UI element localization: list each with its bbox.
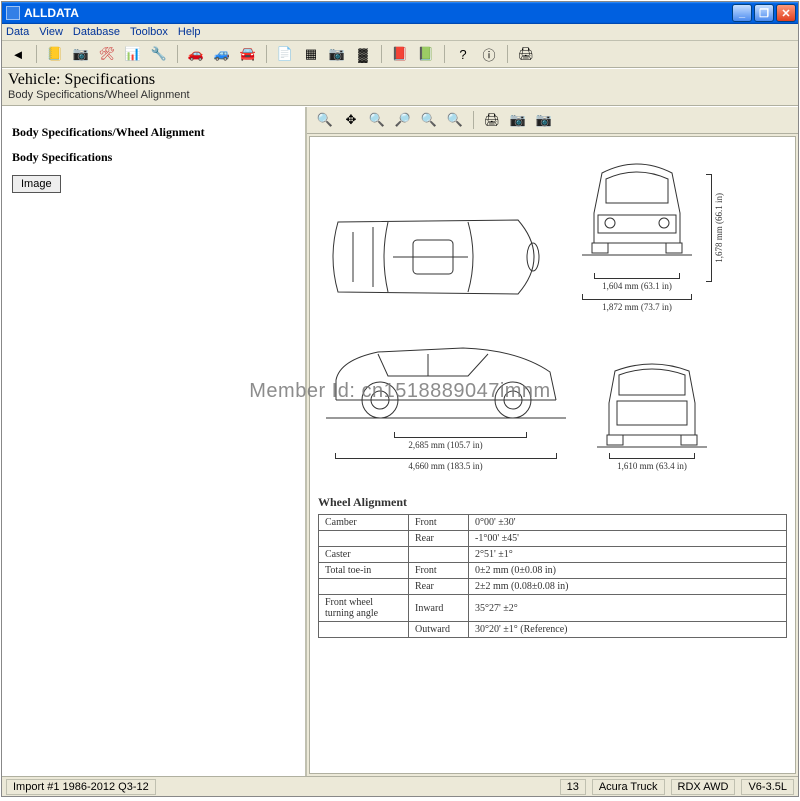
menu-view[interactable]: View <box>39 26 63 38</box>
menubar: Data View Database Toolbox Help <box>2 24 798 41</box>
zoom-window-icon[interactable]: 🔍 <box>367 110 387 130</box>
close-button[interactable]: ✕ <box>776 4 796 22</box>
vehicle-side-view: 2,685 mm (105.7 in) 4,660 mm (183.5 in) <box>318 322 573 471</box>
back-button[interactable]: ◄ <box>8 44 28 64</box>
camera-icon[interactable]: 📷 <box>534 110 554 130</box>
print-icon[interactable]: 🖨 <box>482 110 502 130</box>
menu-help[interactable]: Help <box>178 26 201 38</box>
dim-rear-track: 1,610 mm (63.4 in) <box>617 461 687 471</box>
breadcrumb: Vehicle: Specifications Body Specificati… <box>2 68 798 106</box>
image-viewer[interactable]: 1,604 mm (63.1 in) 1,872 mm (73.7 in) 1,… <box>309 136 796 774</box>
status-engine: V6-3.5L <box>741 779 794 795</box>
car-icon[interactable]: 🚗 <box>186 44 206 64</box>
left-pane: Body Specifications/Wheel Alignment Body… <box>2 107 307 776</box>
spec-title: Wheel Alignment <box>318 495 787 510</box>
dim-wheelbase: 2,685 mm (105.7 in) <box>408 440 482 450</box>
tool-icon[interactable]: 📊 <box>123 44 143 64</box>
dim-height: 1,678 mm (66.1 in) <box>712 191 726 265</box>
table-row: Caster2°51' ±1° <box>319 547 787 563</box>
table-row: Rear2±2 mm (0.08±0.08 in) <box>319 579 787 595</box>
tool-icon[interactable]: 📕 <box>390 44 410 64</box>
tool-icon[interactable]: 🔧 <box>149 44 169 64</box>
print-icon[interactable]: 🖨 <box>516 44 536 64</box>
vehicle-rear-view: 1,610 mm (63.4 in) <box>587 343 717 471</box>
menu-database[interactable]: Database <box>73 26 120 38</box>
titlebar: ALLDATA _ ❐ ✕ <box>2 2 798 24</box>
menu-toolbox[interactable]: Toolbox <box>130 26 168 38</box>
image-button[interactable]: Image <box>12 175 61 193</box>
page-path: Body Specifications/Wheel Alignment <box>8 89 792 101</box>
tool-icon[interactable]: ▓ <box>353 44 373 64</box>
vehicle-top-view <box>318 202 558 312</box>
pan-icon[interactable]: ✥ <box>341 110 361 130</box>
zoom-in-icon[interactable]: 🔍 <box>315 110 335 130</box>
status-make: Acura Truck <box>592 779 665 795</box>
page-title: Vehicle: Specifications <box>8 71 792 89</box>
zoom-fit-icon[interactable]: 🔍 <box>419 110 439 130</box>
table-row: CamberFront0°00' ±30' <box>319 515 787 531</box>
menu-data[interactable]: Data <box>6 26 29 38</box>
car-icon[interactable]: 🚘 <box>238 44 258 64</box>
zoom-out-icon[interactable]: 🔍 <box>445 110 465 130</box>
left-subheading: Body Specifications <box>12 150 295 165</box>
zoom-actual-icon[interactable]: 🔎 <box>393 110 413 130</box>
spec-table: CamberFront0°00' ±30'Rear-1°00' ±45'Cast… <box>318 514 787 638</box>
dim-overall-length: 4,660 mm (183.5 in) <box>408 461 482 471</box>
window-title: ALLDATA <box>24 6 79 20</box>
table-row: Total toe-inFront0±2 mm (0±0.08 in) <box>319 563 787 579</box>
tool-icon[interactable]: 📷 <box>71 44 91 64</box>
tool-icon[interactable]: 📒 <box>45 44 65 64</box>
table-row: Front wheel turning angleInward35°27' ±2… <box>319 595 787 622</box>
dim-overall-width: 1,872 mm (73.7 in) <box>602 302 672 312</box>
tool-icon[interactable]: ▦ <box>301 44 321 64</box>
table-row: Rear-1°00' ±45' <box>319 531 787 547</box>
info-icon[interactable]: ⓘ <box>479 44 499 64</box>
dim-front-track: 1,604 mm (63.1 in) <box>602 281 672 291</box>
status-year: 13 <box>560 779 586 795</box>
status-dataset: Import #1 1986-2012 Q3-12 <box>6 779 156 795</box>
tool-icon[interactable]: 📷 <box>327 44 347 64</box>
car-icon[interactable]: 🚙 <box>212 44 232 64</box>
status-model: RDX AWD <box>671 779 736 795</box>
main-toolbar: ◄ 📒 📷 🛠 📊 🔧 🚗 🚙 🚘 📄 ▦ 📷 ▓ 📕 📗 ? ⓘ 🖨 <box>2 41 798 68</box>
tool-icon[interactable]: 🛠 <box>97 44 117 64</box>
image-toolbar: 🔍 ✥ 🔍 🔎 🔍 🔍 🖨 📷 📷 <box>307 107 798 134</box>
tool-icon[interactable]: 📗 <box>416 44 436 64</box>
app-icon <box>6 6 20 20</box>
vehicle-front-view: 1,604 mm (63.1 in) 1,872 mm (73.7 in) <box>572 143 702 312</box>
help-icon[interactable]: ? <box>453 44 473 64</box>
left-heading: Body Specifications/Wheel Alignment <box>12 125 295 140</box>
table-row: Outward30°20' ±1° (Reference) <box>319 622 787 638</box>
minimize-button[interactable]: _ <box>732 4 752 22</box>
right-pane: 🔍 ✥ 🔍 🔎 🔍 🔍 🖨 📷 📷 <box>307 107 798 776</box>
tool-icon[interactable]: 📄 <box>275 44 295 64</box>
maximize-button[interactable]: ❐ <box>754 4 774 22</box>
status-bar: Import #1 1986-2012 Q3-12 13 Acura Truck… <box>2 776 798 796</box>
camera-icon[interactable]: 📷 <box>508 110 528 130</box>
